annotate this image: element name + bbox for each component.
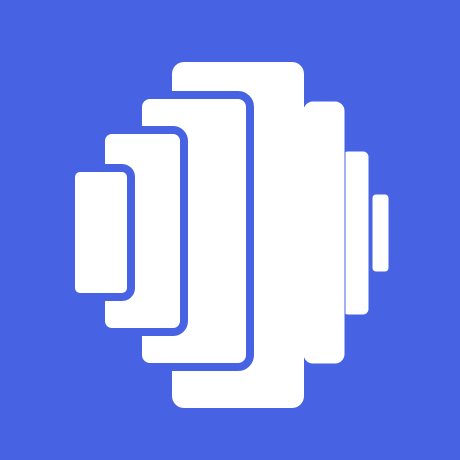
stacked-layers-logo-icon: [0, 0, 460, 460]
app-icon: [0, 0, 460, 460]
logo-slat-near-right: [302, 100, 346, 365]
logo-slat-far-right: [371, 193, 390, 273]
logo-slat-right: [341, 150, 370, 316]
logo-panel-small: [67, 164, 135, 301]
